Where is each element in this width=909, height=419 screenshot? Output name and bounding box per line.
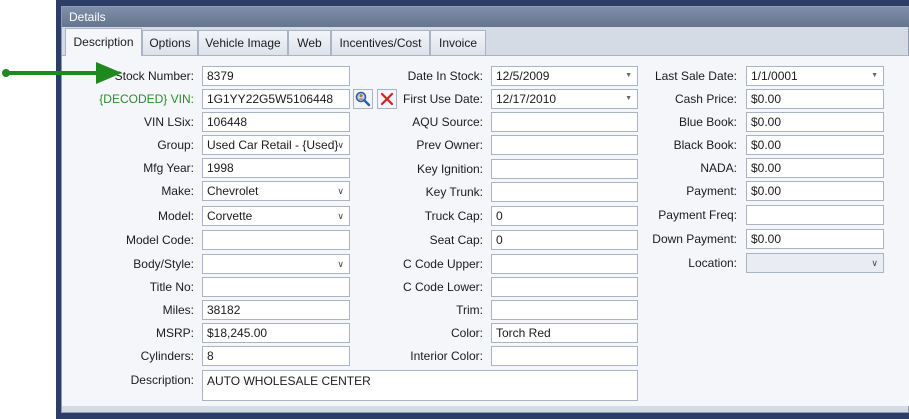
interior-color-field[interactable] xyxy=(491,346,638,366)
body-style-label: Body/Style: xyxy=(133,257,194,271)
key-ignition-label: Key Ignition: xyxy=(416,162,483,176)
location-select[interactable]: ∨ xyxy=(746,253,884,273)
model-value: Corvette xyxy=(207,209,253,223)
cash-price-label: Cash Price: xyxy=(674,92,737,106)
down-payment-label: Down Payment: xyxy=(652,232,737,246)
vin-lsix-label: VIN LSix: xyxy=(143,115,194,129)
nada-label: NADA: xyxy=(700,161,737,175)
blue-book-field[interactable]: $0.00 xyxy=(746,112,884,132)
description-label: Description: xyxy=(130,373,194,387)
blue-book-label: Blue Book: xyxy=(678,115,737,129)
tab-invoice[interactable]: Invoice xyxy=(430,30,486,55)
black-book-field[interactable]: $0.00 xyxy=(746,135,884,155)
panel-header: Details xyxy=(62,7,909,27)
chevron-down-icon[interactable]: ∨ xyxy=(871,254,878,272)
description-field[interactable]: AUTO WHOLESALE CENTER xyxy=(202,370,638,401)
c-code-lower-field[interactable] xyxy=(491,277,638,297)
location-label: Location: xyxy=(688,256,737,270)
truck-cap-label: Truck Cap: xyxy=(424,209,483,223)
black-book-label: Black Book: xyxy=(673,138,737,152)
key-trunk-label: Key Trunk: xyxy=(425,185,483,199)
group-label: Group: xyxy=(157,138,194,152)
interior-color-label: Interior Color: xyxy=(410,349,483,363)
mfg-year-label: Mfg Year: xyxy=(143,161,194,175)
msrp-label: MSRP: xyxy=(155,326,194,340)
vin-label: {DECODED} VIN: xyxy=(99,92,194,106)
payment-field[interactable]: $0.00 xyxy=(746,181,884,201)
make-value: Chevrolet xyxy=(207,184,259,198)
tab-vehicle-image[interactable]: Vehicle Image xyxy=(198,30,288,55)
date-in-stock-value: 12/5/2009 xyxy=(496,69,550,83)
trim-field[interactable] xyxy=(491,300,638,320)
arrow-shaft xyxy=(6,71,98,75)
triangle-down-icon[interactable]: ▼ xyxy=(871,67,878,85)
first-use-date-label: First Use Date: xyxy=(402,92,483,106)
payment-freq-label: Payment Freq: xyxy=(658,208,737,222)
tab-options[interactable]: Options xyxy=(142,30,198,55)
first-use-date-value: 12/17/2010 xyxy=(496,92,557,106)
title-no-label: Title No: xyxy=(149,280,194,294)
model-label: Model: xyxy=(157,209,194,223)
nada-field[interactable]: $0.00 xyxy=(746,158,884,178)
prev-owner-label: Prev Owner: xyxy=(416,138,483,152)
last-sale-date-label: Last Sale Date: xyxy=(654,69,737,83)
tab-incentives-cost[interactable]: Incentives/Cost xyxy=(331,30,430,55)
color-label: Color: xyxy=(450,326,483,340)
tab-description[interactable]: Description xyxy=(65,28,142,56)
down-payment-field[interactable]: $0.00 xyxy=(746,229,884,249)
last-sale-date-value: 1/1/0001 xyxy=(751,69,798,83)
miles-label: Miles: xyxy=(162,303,194,317)
seat-cap-label: Seat Cap: xyxy=(429,233,483,247)
payment-freq-field[interactable] xyxy=(746,205,884,225)
aqu-source-label: AQU Source: xyxy=(412,115,483,129)
c-code-lower-label: C Code Lower: xyxy=(402,280,483,294)
color-field[interactable]: Torch Red xyxy=(491,323,638,343)
payment-label: Payment: xyxy=(686,184,737,198)
model-code-label: Model Code: xyxy=(125,233,194,247)
cylinders-label: Cylinders: xyxy=(140,349,194,363)
cash-price-field[interactable]: $0.00 xyxy=(746,89,884,109)
tab-web[interactable]: Web xyxy=(288,30,331,55)
arrow-head xyxy=(96,62,122,84)
make-label: Make: xyxy=(161,184,194,198)
date-in-stock-label: Date In Stock: xyxy=(407,69,483,83)
panel-title: Details xyxy=(69,10,106,24)
last-sale-date-picker[interactable]: 1/1/0001 ▼ xyxy=(746,66,884,86)
c-code-upper-label: C Code Upper: xyxy=(402,257,483,271)
trim-label: Trim: xyxy=(456,303,483,317)
